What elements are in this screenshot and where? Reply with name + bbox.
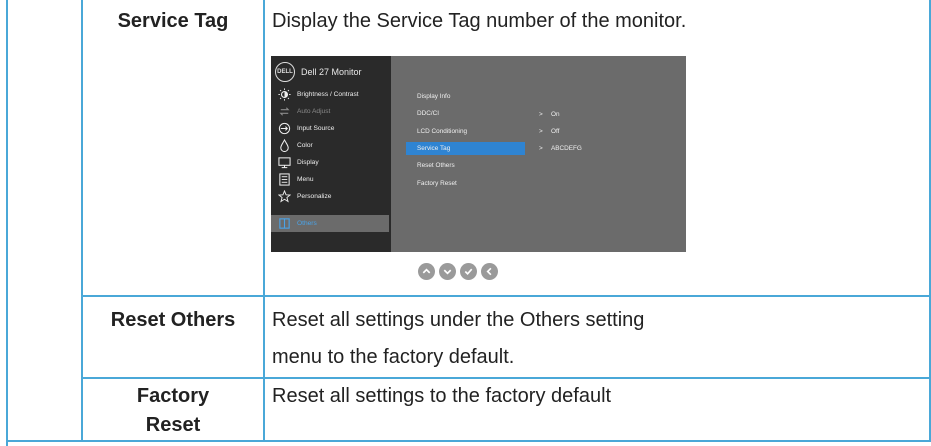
factory-reset-description: Reset all settings to the factory defaul… <box>272 385 612 407</box>
color-icon <box>277 139 291 153</box>
menu-item-label: Color <box>297 142 313 149</box>
service-tag-label: Service Tag <box>117 10 229 32</box>
reset-others-label: Reset Others <box>110 309 236 331</box>
menu-item-label: Auto Adjust <box>297 108 331 115</box>
table-divider-1 <box>81 0 83 441</box>
submenu-ddc-ci[interactable]: DDC/CI <box>417 108 439 120</box>
submenu-reset-others[interactable]: Reset Others <box>417 160 455 172</box>
service-tag-description: Display the Service Tag number of the mo… <box>272 10 687 32</box>
menu-item-label: Others <box>297 220 317 227</box>
factory-reset-label-line2: Reset <box>145 414 201 436</box>
menu-item-display[interactable]: Display <box>271 154 389 171</box>
up-icon <box>422 268 431 274</box>
menu-item-menu[interactable]: Menu <box>271 171 389 188</box>
osd-title: Dell 27 Monitor <box>301 67 362 77</box>
osd-menu: DELL Dell 27 Monitor Brightness / Contra… <box>271 56 686 252</box>
osd-header: DELL Dell 27 Monitor <box>275 61 362 83</box>
factory-reset-label-line1: Factory <box>136 385 210 407</box>
row-separator-1 <box>81 295 931 297</box>
menu-item-color[interactable]: Color <box>271 137 389 154</box>
submenu-lcd-conditioning[interactable]: LCD Conditioning <box>417 126 467 138</box>
menu-item-label: Input Source <box>297 125 335 132</box>
reset-others-description-line2: menu to the factory default. <box>272 346 515 368</box>
dell-logo: DELL <box>275 62 295 82</box>
table-divider-2 <box>263 0 265 441</box>
menu-item-others[interactable]: Others <box>271 215 389 232</box>
lcd-conditioning-value: Off <box>551 128 560 135</box>
menu-item-brightness-contrast[interactable]: Brightness / Contrast <box>271 86 389 103</box>
table-left-border <box>6 0 8 446</box>
check-icon <box>464 268 473 275</box>
ddc-ci-value: On <box>551 111 560 118</box>
down-icon <box>443 269 452 275</box>
brightness-icon <box>277 88 291 102</box>
menu-item-input-source[interactable]: Input Source <box>271 120 389 137</box>
chevron-right-icon: > <box>539 128 543 135</box>
up-button[interactable] <box>418 263 435 280</box>
service-tag-value: ABCDEFG <box>551 145 582 152</box>
reset-others-description-line1: Reset all settings under the Others sett… <box>272 309 645 331</box>
menu-item-personalize[interactable]: Personalize <box>271 188 389 205</box>
star-icon <box>277 190 291 204</box>
menu-icon <box>277 173 291 187</box>
osd-navigation-buttons <box>418 263 498 280</box>
row-separator-2 <box>81 377 931 379</box>
auto-adjust-icon <box>277 105 291 119</box>
chevron-right-icon: > <box>539 145 543 152</box>
menu-item-label: Menu <box>297 176 314 183</box>
submenu-service-tag[interactable]: Service Tag <box>417 143 450 155</box>
submenu-display-info[interactable]: Display Info <box>417 91 450 103</box>
chevron-right-icon: > <box>539 111 543 118</box>
input-source-icon <box>277 122 291 136</box>
table-right-border <box>929 0 931 441</box>
menu-item-label: Personalize <box>297 193 332 200</box>
submenu-factory-reset[interactable]: Factory Reset <box>417 178 457 190</box>
display-icon <box>277 156 291 170</box>
menu-item-label: Display <box>297 159 319 166</box>
back-icon <box>486 267 492 276</box>
others-icon <box>277 217 291 231</box>
menu-item-label: Brightness / Contrast <box>297 91 359 98</box>
menu-item-auto-adjust[interactable]: Auto Adjust <box>271 103 389 120</box>
ok-button[interactable] <box>460 263 477 280</box>
back-button[interactable] <box>481 263 498 280</box>
down-button[interactable] <box>439 263 456 280</box>
table-bottom-border <box>6 440 931 442</box>
